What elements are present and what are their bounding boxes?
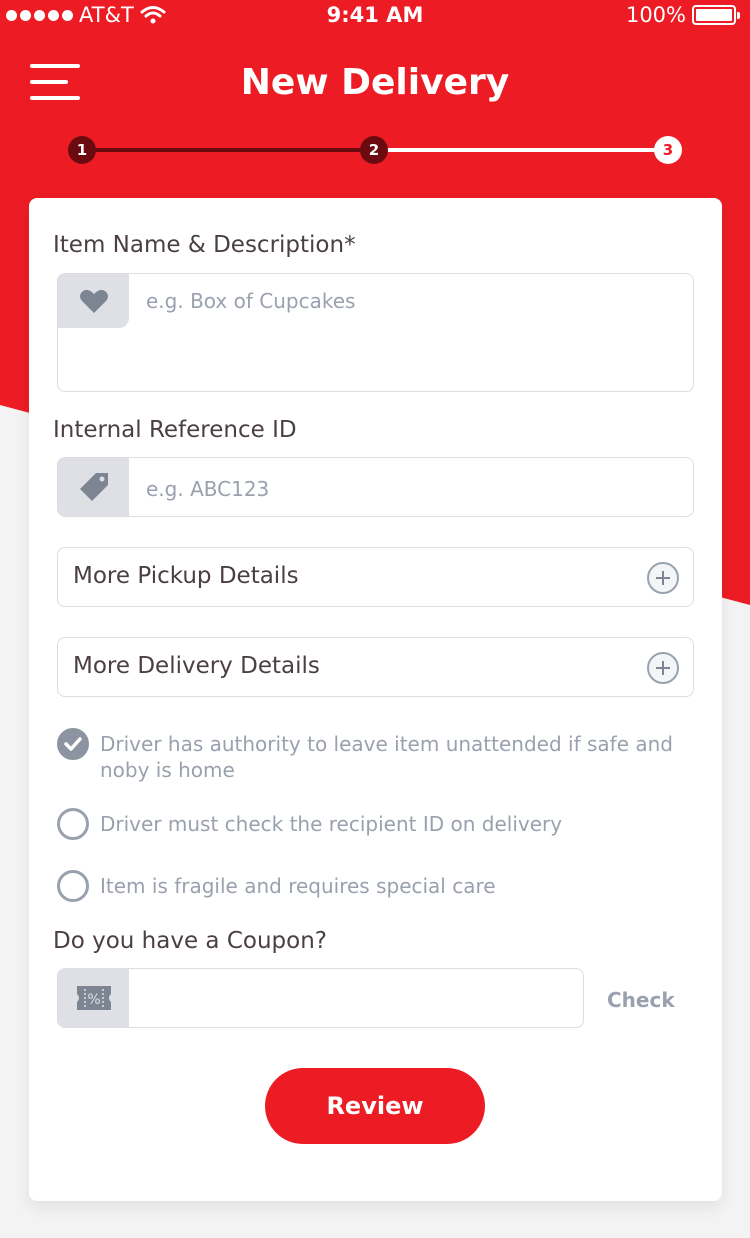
battery-info: 100% [625, 3, 740, 27]
step-3[interactable]: 3 [654, 136, 682, 164]
option-fragile[interactable]: Item is fragile and requires special car… [57, 870, 677, 904]
status-bar: AT&T 9:41 AM 100% [0, 0, 750, 30]
reference-id-placeholder: e.g. ABC123 [146, 477, 270, 501]
option-label: Driver has authority to leave item unatt… [100, 732, 673, 782]
item-icon-box [58, 274, 129, 328]
checkmark-icon[interactable] [57, 728, 89, 760]
pickup-details-label: More Pickup Details [73, 563, 299, 589]
reference-id-field[interactable]: e.g. ABC123 [57, 457, 694, 517]
more-pickup-details[interactable]: More Pickup Details [57, 547, 694, 607]
more-delivery-details[interactable]: More Delivery Details [57, 637, 694, 697]
battery-percent: 100% [625, 3, 686, 27]
plus-circle-icon[interactable] [647, 562, 679, 594]
progress-stepper: 1 2 3 [68, 136, 684, 166]
stepper-line-active [376, 148, 668, 152]
step-1[interactable]: 1 [68, 136, 96, 164]
svg-text:%: % [87, 992, 100, 1008]
radio-icon[interactable] [57, 870, 89, 902]
heart-icon [79, 289, 108, 313]
item-description-placeholder: e.g. Box of Cupcakes [146, 289, 356, 313]
step-2[interactable]: 2 [360, 136, 388, 164]
coupon-icon-box: % [58, 969, 129, 1027]
item-name-label: Item Name & Description* [53, 232, 356, 258]
check-coupon-button[interactable]: Check [607, 988, 675, 1012]
option-label: Item is fragile and requires special car… [100, 874, 496, 898]
plus-circle-icon[interactable] [647, 652, 679, 684]
coupon-field[interactable]: % [57, 968, 584, 1028]
reference-icon-box [58, 458, 129, 516]
reference-id-label: Internal Reference ID [53, 417, 297, 443]
item-description-field[interactable]: e.g. Box of Cupcakes [57, 273, 694, 392]
review-button[interactable]: Review [265, 1068, 485, 1144]
page-title: New Delivery [240, 62, 510, 103]
radio-icon[interactable] [57, 808, 89, 840]
option-leave-unattended[interactable]: Driver has authority to leave item unatt… [57, 728, 677, 788]
battery-icon [692, 5, 740, 25]
delivery-details-label: More Delivery Details [73, 653, 320, 679]
stepper-line-complete [82, 148, 376, 152]
coupon-label: Do you have a Coupon? [53, 928, 327, 954]
delivery-form-card: Item Name & Description* e.g. Box of Cup… [29, 198, 722, 1201]
option-check-recipient-id[interactable]: Driver must check the recipient ID on de… [57, 808, 677, 842]
coupon-ticket-icon: % [76, 986, 111, 1010]
option-label: Driver must check the recipient ID on de… [100, 812, 563, 836]
tag-icon [79, 473, 108, 501]
